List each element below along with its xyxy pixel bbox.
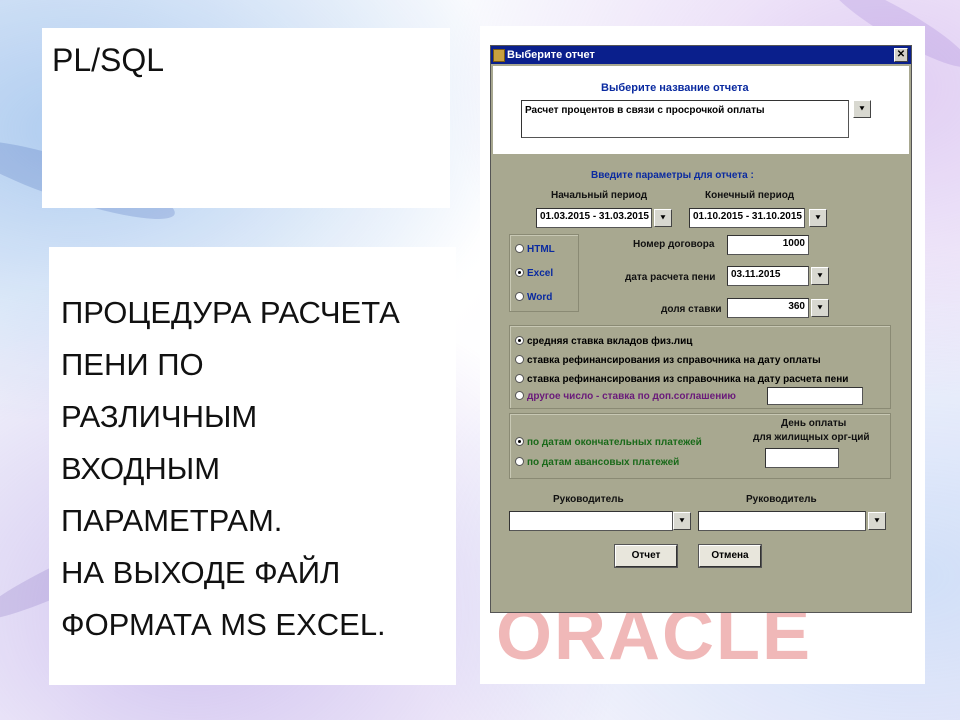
start-period-dropdown-button[interactable]: ⯆ (654, 209, 672, 227)
manager-label-2: Руководитель (746, 494, 817, 505)
cancel-button[interactable]: Отмена (698, 544, 762, 568)
format-option-word[interactable]: Word (515, 292, 552, 303)
radio-dot-selected (515, 268, 524, 277)
description-line: ФОРМАТА MS EXCEL. (61, 607, 386, 642)
rate-share-field[interactable]: 360 (727, 298, 809, 318)
pay-day-sublabel: для жилищных орг-ций (753, 432, 870, 443)
start-period-label: Начальный период (551, 190, 648, 201)
report-heading: Выберите название отчета (601, 82, 749, 94)
manager-field-1[interactable] (509, 511, 673, 531)
start-period-field[interactable]: 01.03.2015 - 31.03.2015 (536, 208, 652, 228)
end-period-label: Конечный период (705, 190, 795, 201)
report-button[interactable]: Отчет (614, 544, 678, 568)
description-line: ПАРАМЕТРАМ. (61, 503, 283, 538)
manager-2-dropdown-button[interactable]: ⯆ (868, 512, 886, 530)
radio-dot (515, 457, 524, 466)
description-line: ВХОДНЫМ (61, 451, 221, 486)
pay-day-field[interactable] (765, 448, 839, 468)
dialog-title: Выберите отчет (507, 49, 595, 61)
dialog-titlebar[interactable]: Выберите отчет ✕ (491, 46, 911, 64)
report-dropdown-button[interactable]: ⯆ (853, 100, 871, 118)
end-period-field[interactable]: 01.10.2015 - 31.10.2015 (689, 208, 805, 228)
calc-date-label: дата расчета пени (625, 272, 716, 283)
calc-date-dropdown-button[interactable]: ⯆ (811, 267, 829, 285)
radio-dot-selected (515, 336, 524, 345)
other-rate-field[interactable] (767, 387, 863, 405)
format-option-html[interactable]: HTML (515, 244, 555, 255)
radio-dot (515, 391, 524, 400)
report-select-area: Выберите название отчета Расчет проценто… (493, 66, 909, 154)
manager-1-dropdown-button[interactable]: ⯆ (673, 512, 691, 530)
radio-dot (515, 374, 524, 383)
manager-label-1: Руководитель (553, 494, 624, 505)
slide-title-box: PL/SQL (42, 28, 450, 208)
payment-option-final[interactable]: по датам окончательных платежей (515, 437, 702, 448)
description-line: РАЗЛИЧНЫМ (61, 399, 258, 434)
pay-day-label: День оплаты (781, 418, 847, 429)
report-name-field[interactable]: Расчет процентов в связи с просрочкой оп… (521, 100, 849, 138)
rate-option-refinance-payment-date[interactable]: ставка рефинансирования из справочника н… (515, 355, 821, 366)
slide-title: PL/SQL (52, 42, 165, 78)
rate-option-refinance-calc-date[interactable]: ставка рефинансирования из справочника н… (515, 374, 848, 385)
params-heading: Введите параметры для отчета : (591, 170, 754, 181)
close-icon[interactable]: ✕ (894, 48, 908, 62)
radio-dot (515, 244, 524, 253)
rate-option-avg-deposit[interactable]: средняя ставка вкладов физ.лиц (515, 336, 692, 347)
contract-label: Номер договора (633, 239, 715, 250)
radio-dot-selected (515, 437, 524, 446)
manager-field-2[interactable] (698, 511, 866, 531)
end-period-dropdown-button[interactable]: ⯆ (809, 209, 827, 227)
description-line: ПРОЦЕДУРА РАСЧЕТА (61, 295, 400, 330)
rate-share-dropdown-button[interactable]: ⯆ (811, 299, 829, 317)
rate-share-label: доля ставки (661, 304, 722, 315)
description-line: НА ВЫХОДЕ ФАЙЛ (61, 555, 341, 590)
report-dialog: Выберите отчет ✕ Выберите название отчет… (490, 45, 912, 613)
contract-field[interactable]: 1000 (727, 235, 809, 255)
radio-dot (515, 355, 524, 364)
calc-date-field[interactable]: 03.11.2015 (727, 266, 809, 286)
description-line: ПЕНИ ПО (61, 347, 204, 382)
payment-option-advance[interactable]: по датам авансовых платежей (515, 457, 679, 468)
rate-option-other[interactable]: другое число - ставка по доп.соглашению (515, 391, 736, 402)
format-option-excel[interactable]: Excel (515, 268, 553, 279)
radio-dot (515, 292, 524, 301)
app-icon (493, 49, 505, 62)
slide-description-box: ПРОЦЕДУРА РАСЧЕТА ПЕНИ ПО РАЗЛИЧНЫМ ВХОД… (49, 247, 456, 685)
